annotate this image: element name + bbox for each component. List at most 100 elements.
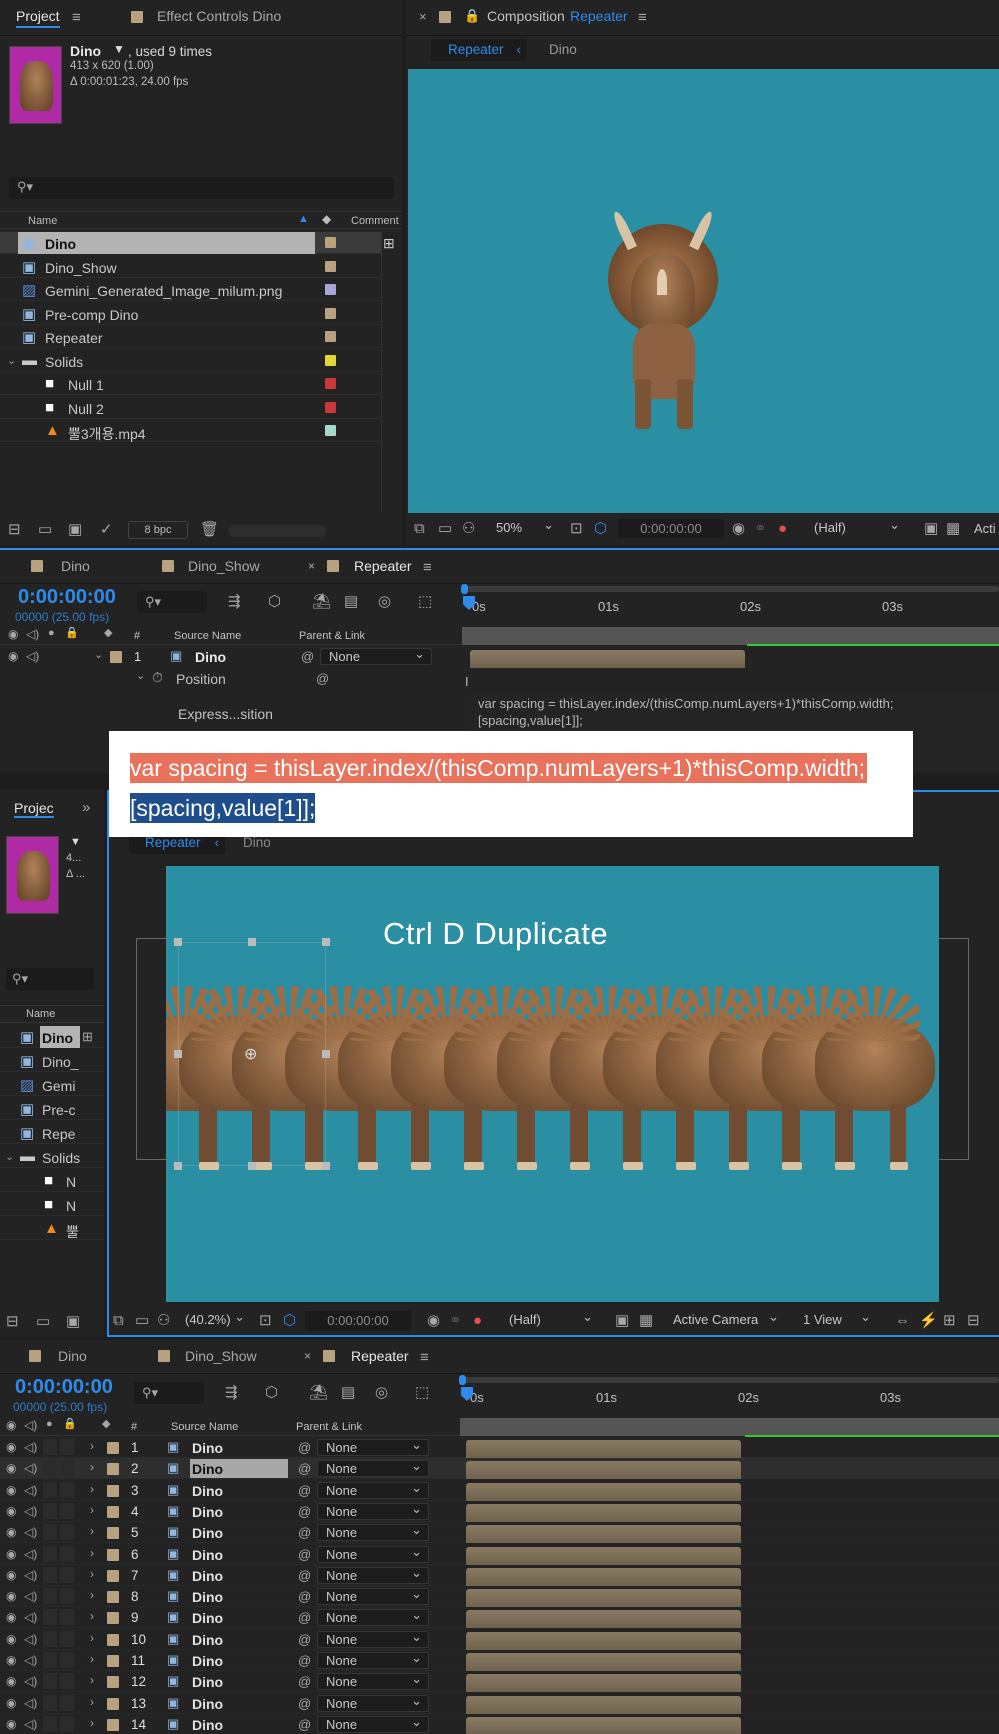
project-settings-icon[interactable]: ✓ <box>100 522 113 537</box>
flowchart-icon[interactable]: ⊟ <box>967 1313 980 1328</box>
pickwhip-icon[interactable]: @ <box>298 1548 311 1561</box>
pickwhip-icon[interactable]: @ <box>298 1590 311 1603</box>
safe-zones-icon[interactable]: ⊡ <box>259 1313 272 1328</box>
twirl-open-icon[interactable]: ⌄ <box>5 1150 14 1163</box>
layer-duration-bar[interactable] <box>466 1461 741 1480</box>
eye-icon[interactable]: ◉ <box>6 1569 16 1581</box>
lock-switch[interactable] <box>60 1524 74 1541</box>
layer-label-swatch[interactable] <box>110 651 122 663</box>
layer-label-swatch[interactable] <box>107 1697 119 1710</box>
audio-icon[interactable]: ◁) <box>26 650 39 662</box>
mask-view-icon[interactable]: ⚇ <box>462 521 475 536</box>
audio-icon[interactable]: ◁) <box>24 1633 37 1645</box>
eye-icon[interactable]: ◉ <box>6 1462 16 1474</box>
monitor-icon[interactable]: ▭ <box>135 1313 149 1328</box>
timeline-search[interactable]: ⚲▾ <box>134 1382 204 1404</box>
flowchart-icon[interactable]: ⊞ <box>383 235 395 252</box>
tab-dino-show[interactable]: Dino_Show <box>188 558 260 574</box>
layer-row[interactable]: ◉ ◁) › 8 ▣ Dino @ None <box>0 1586 999 1608</box>
layer-duration-bar[interactable] <box>466 1482 741 1501</box>
tab-dino[interactable]: Dino <box>61 558 90 574</box>
layer-name[interactable]: Dino <box>195 649 226 665</box>
tab-composition-name[interactable]: Repeater <box>570 8 628 24</box>
parent-dropdown[interactable]: None <box>317 1437 429 1456</box>
mask-view-icon[interactable]: ⚇ <box>157 1313 170 1328</box>
project-item[interactable]: ■ N <box>0 1170 104 1192</box>
interpret-footage-icon[interactable]: ⊟ <box>8 522 21 537</box>
pickwhip-icon[interactable]: @ <box>301 650 314 663</box>
project-item[interactable]: ▣ Dino_ <box>0 1050 104 1072</box>
layer-name[interactable]: Dino <box>192 1504 223 1520</box>
col-parent[interactable]: Parent & Link <box>296 1421 362 1433</box>
solo-switch[interactable] <box>43 1673 57 1690</box>
label-color-swatch[interactable] <box>325 354 336 366</box>
project-item[interactable]: ▣ Dino_Show <box>0 256 382 278</box>
lock-switch[interactable] <box>60 1652 74 1668</box>
always-preview-icon[interactable]: ⧉ <box>113 1313 124 1328</box>
project-search-input[interactable]: ⚲▾ <box>9 177 394 199</box>
solo-switch[interactable] <box>43 1652 57 1668</box>
pickwhip-icon[interactable]: @ <box>298 1654 311 1667</box>
breadcrumb-dino[interactable]: Dino <box>549 42 577 57</box>
layer-duration-bar[interactable] <box>466 1503 741 1522</box>
channels-icon[interactable]: ● <box>778 521 787 536</box>
solo-switch[interactable] <box>43 1694 57 1711</box>
label-color-swatch[interactable] <box>325 401 336 413</box>
layer-duration-bar[interactable] <box>470 650 745 668</box>
mask-toggle-icon[interactable]: ⬡ <box>594 521 607 536</box>
work-area-bar[interactable] <box>462 586 999 592</box>
twirl-closed-icon[interactable]: › <box>90 1632 94 1644</box>
project-item[interactable]: ■ Null 1 <box>0 373 382 395</box>
channels-icon[interactable]: ● <box>473 1313 482 1328</box>
layer-label-swatch[interactable] <box>107 1633 119 1646</box>
twirl-closed-icon[interactable]: › <box>90 1653 94 1665</box>
project-item[interactable]: ▲ 뿔 <box>0 1218 104 1240</box>
frame-blending-icon[interactable]: ▤ <box>341 1385 355 1400</box>
project-item[interactable]: ■ N <box>0 1194 104 1216</box>
project-search-input[interactable]: ⚲▾ <box>6 968 94 990</box>
composition-timecode[interactable]: 0:00:00:00 <box>305 1311 411 1330</box>
lock-switch[interactable] <box>60 1439 74 1455</box>
solo-switch[interactable] <box>43 1460 57 1477</box>
lock-switch[interactable] <box>60 1588 74 1605</box>
region-of-interest-icon[interactable]: ▣ <box>924 521 938 536</box>
draft-3d-icon[interactable]: ⬡ <box>265 1385 278 1400</box>
label-tag-icon[interactable]: ◆ <box>322 212 331 226</box>
show-snapshot-icon[interactable]: ⚭ <box>754 521 767 536</box>
shy-layers-icon[interactable]: ⛱ <box>309 1385 328 1400</box>
solo-switch[interactable] <box>43 1481 57 1498</box>
parent-dropdown[interactable]: None <box>317 1671 429 1691</box>
audio-icon[interactable]: ◁) <box>24 1484 37 1496</box>
tab-effect-controls[interactable]: Effect Controls Dino <box>157 8 281 24</box>
camera-snapshot-icon[interactable]: ◉ <box>732 521 745 536</box>
label-color-swatch[interactable] <box>325 237 336 248</box>
tab-repeater[interactable]: Repeater <box>354 558 412 574</box>
breadcrumb-active[interactable]: Repeater ‹ <box>431 39 527 61</box>
project-item[interactable]: ▨ Gemi <box>0 1074 104 1096</box>
timeline-timecode[interactable]: 0:00:00:00 <box>18 586 116 609</box>
lock-switch[interactable] <box>60 1694 74 1711</box>
parent-dropdown[interactable]: None <box>317 1586 429 1606</box>
col-parent[interactable]: Parent & Link <box>299 630 365 642</box>
eye-icon[interactable]: ◉ <box>6 1654 16 1666</box>
solo-switch[interactable] <box>43 1502 57 1519</box>
eye-icon[interactable]: ◉ <box>6 1526 16 1538</box>
breadcrumb-dino[interactable]: Dino <box>243 835 271 850</box>
solo-switch[interactable] <box>43 1545 57 1562</box>
tab-project[interactable]: Project <box>16 8 60 28</box>
eye-icon[interactable]: ◉ <box>8 628 18 640</box>
layer-name[interactable]: Dino <box>192 1461 223 1477</box>
audio-icon[interactable]: ◁) <box>24 1462 37 1474</box>
audio-icon[interactable]: ◁) <box>26 628 39 640</box>
transform-handle[interactable] <box>322 1050 330 1058</box>
layer-label-swatch[interactable] <box>107 1548 119 1561</box>
layer-label-swatch[interactable] <box>107 1463 119 1476</box>
hamburger-menu-icon[interactable]: ≡ <box>72 10 81 25</box>
hamburger-menu-icon[interactable]: ≡ <box>420 1350 429 1365</box>
layer-duration-bar[interactable] <box>466 1674 741 1693</box>
lock-switch[interactable] <box>60 1502 74 1519</box>
label-color-swatch[interactable] <box>325 378 336 389</box>
bpc-button[interactable]: 8 bpc <box>128 521 188 539</box>
twirl-closed-icon[interactable]: › <box>90 1717 94 1729</box>
audio-icon[interactable]: ◁) <box>24 1590 37 1602</box>
